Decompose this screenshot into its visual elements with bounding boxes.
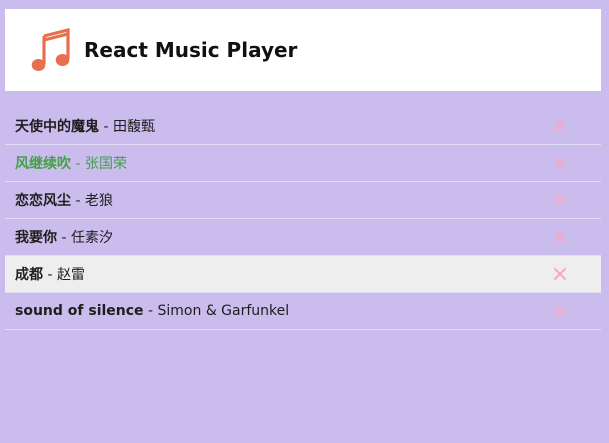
track-artist: 任素汐 <box>70 230 113 246</box>
track-info: 恋恋风尘 - 老狼 <box>15 190 113 210</box>
track-row-4[interactable]: 我要你 - 任素汐 <box>5 219 601 256</box>
close-icon <box>554 268 566 280</box>
track-artist: 张国荣 <box>84 156 127 172</box>
track-separator: - <box>57 230 71 246</box>
track-artist: 赵雷 <box>56 267 85 283</box>
track-separator: - <box>99 119 113 135</box>
track-separator: - <box>71 193 85 209</box>
track-info: 风继续吹 - 张国荣 <box>15 153 127 173</box>
track-row-2[interactable]: 风继续吹 - 张国荣 <box>5 145 601 182</box>
track-title: 天使中的魔鬼 <box>15 119 99 135</box>
close-icon <box>554 157 566 169</box>
delete-track-button[interactable] <box>552 155 568 171</box>
delete-track-button[interactable] <box>552 266 568 282</box>
app-title: React Music Player <box>84 38 298 62</box>
track-info: 天使中的魔鬼 - 田馥甄 <box>15 116 155 136</box>
track-artist: Simon & Garfunkel <box>157 303 290 319</box>
track-title: sound of silence <box>15 303 144 319</box>
close-icon <box>554 194 566 206</box>
track-info: 成都 - 赵雷 <box>15 264 85 284</box>
track-separator: - <box>143 303 158 319</box>
track-title: 风继续吹 <box>15 156 71 172</box>
track-row-5[interactable]: 成都 - 赵雷 <box>5 256 601 293</box>
track-title: 我要你 <box>15 230 57 246</box>
track-artist: 田馥甄 <box>112 119 155 135</box>
track-row-1[interactable]: 天使中的魔鬼 - 田馥甄 <box>5 108 601 145</box>
track-artist: 老狼 <box>84 193 113 209</box>
close-icon <box>554 231 566 243</box>
track-row-3[interactable]: 恋恋风尘 - 老狼 <box>5 182 601 219</box>
delete-track-button[interactable] <box>552 303 568 319</box>
track-separator: - <box>43 267 57 283</box>
close-icon <box>554 120 566 132</box>
delete-track-button[interactable] <box>552 118 568 134</box>
close-icon <box>554 305 566 317</box>
track-row-6[interactable]: sound of silence - Simon & Garfunkel <box>5 293 601 330</box>
track-separator: - <box>71 156 85 172</box>
delete-track-button[interactable] <box>552 229 568 245</box>
playlist: 天使中的魔鬼 - 田馥甄 风继续吹 - 张国荣 恋恋风尘 - 老狼 我要你 - … <box>5 108 601 330</box>
track-info: 我要你 - 任素汐 <box>15 227 113 247</box>
track-info: sound of silence - Simon & Garfunkel <box>15 303 289 319</box>
music-note-icon <box>31 28 70 71</box>
delete-track-button[interactable] <box>552 192 568 208</box>
track-title: 恋恋风尘 <box>15 193 71 209</box>
track-title: 成都 <box>15 267 43 283</box>
app-header: React Music Player <box>5 9 601 91</box>
